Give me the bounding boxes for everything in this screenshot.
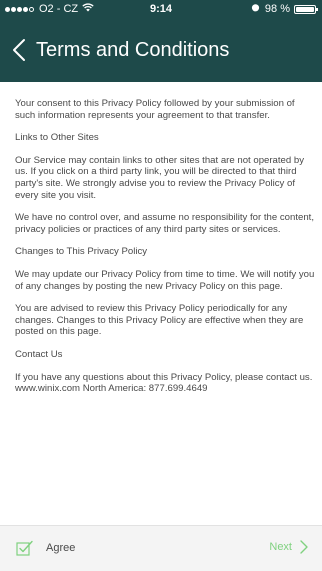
chevron-right-icon [300,540,308,554]
next-button[interactable]: Next [269,540,308,554]
nav-bar: Terms and Conditions [0,28,322,72]
heading-changes: Changes to This Privacy Policy [15,246,148,258]
agree-label: Agree [46,542,76,554]
checkbox-check-icon [16,540,34,556]
header: O2 - CZ 9:14 98 % Terms and Conditions [0,0,322,82]
heading-links-to-other-sites: Links to Other Sites [15,132,99,144]
agree-checkbox[interactable]: Agree [16,540,75,556]
back-button[interactable] [0,38,26,62]
status-right: 98 % [251,3,318,15]
paragraph-review: You are advised to review this Privacy P… [15,303,304,338]
heading-contact-us: Contact Us [15,348,63,360]
page-title: Terms and Conditions [36,38,230,61]
terms-screen: O2 - CZ 9:14 98 % Terms and Conditions Y… [0,0,322,571]
footer-bar: Agree Next [0,525,322,571]
paragraph-no-control: We have no control over, and assume no r… [15,212,314,235]
status-bar: O2 - CZ 9:14 98 % [0,0,322,20]
paragraph-questions: If you have any questions about this Pri… [15,371,313,383]
alarm-icon [251,3,260,15]
terms-content[interactable]: Your consent to this Privacy Policy foll… [0,82,322,512]
battery-percent: 98 % [264,3,290,15]
next-label: Next [269,541,292,553]
battery-fill [296,6,314,12]
paragraph-links: Our Service may contain links to other s… [15,154,305,201]
chevron-left-icon [12,38,26,62]
paragraph-update: We may update our Privacy Policy from ti… [15,268,315,292]
battery-icon [294,4,318,14]
contact-info: www.winix.com North America: 877.699.464… [15,383,208,395]
paragraph-consent: Your consent to this Privacy Policy foll… [15,98,295,121]
